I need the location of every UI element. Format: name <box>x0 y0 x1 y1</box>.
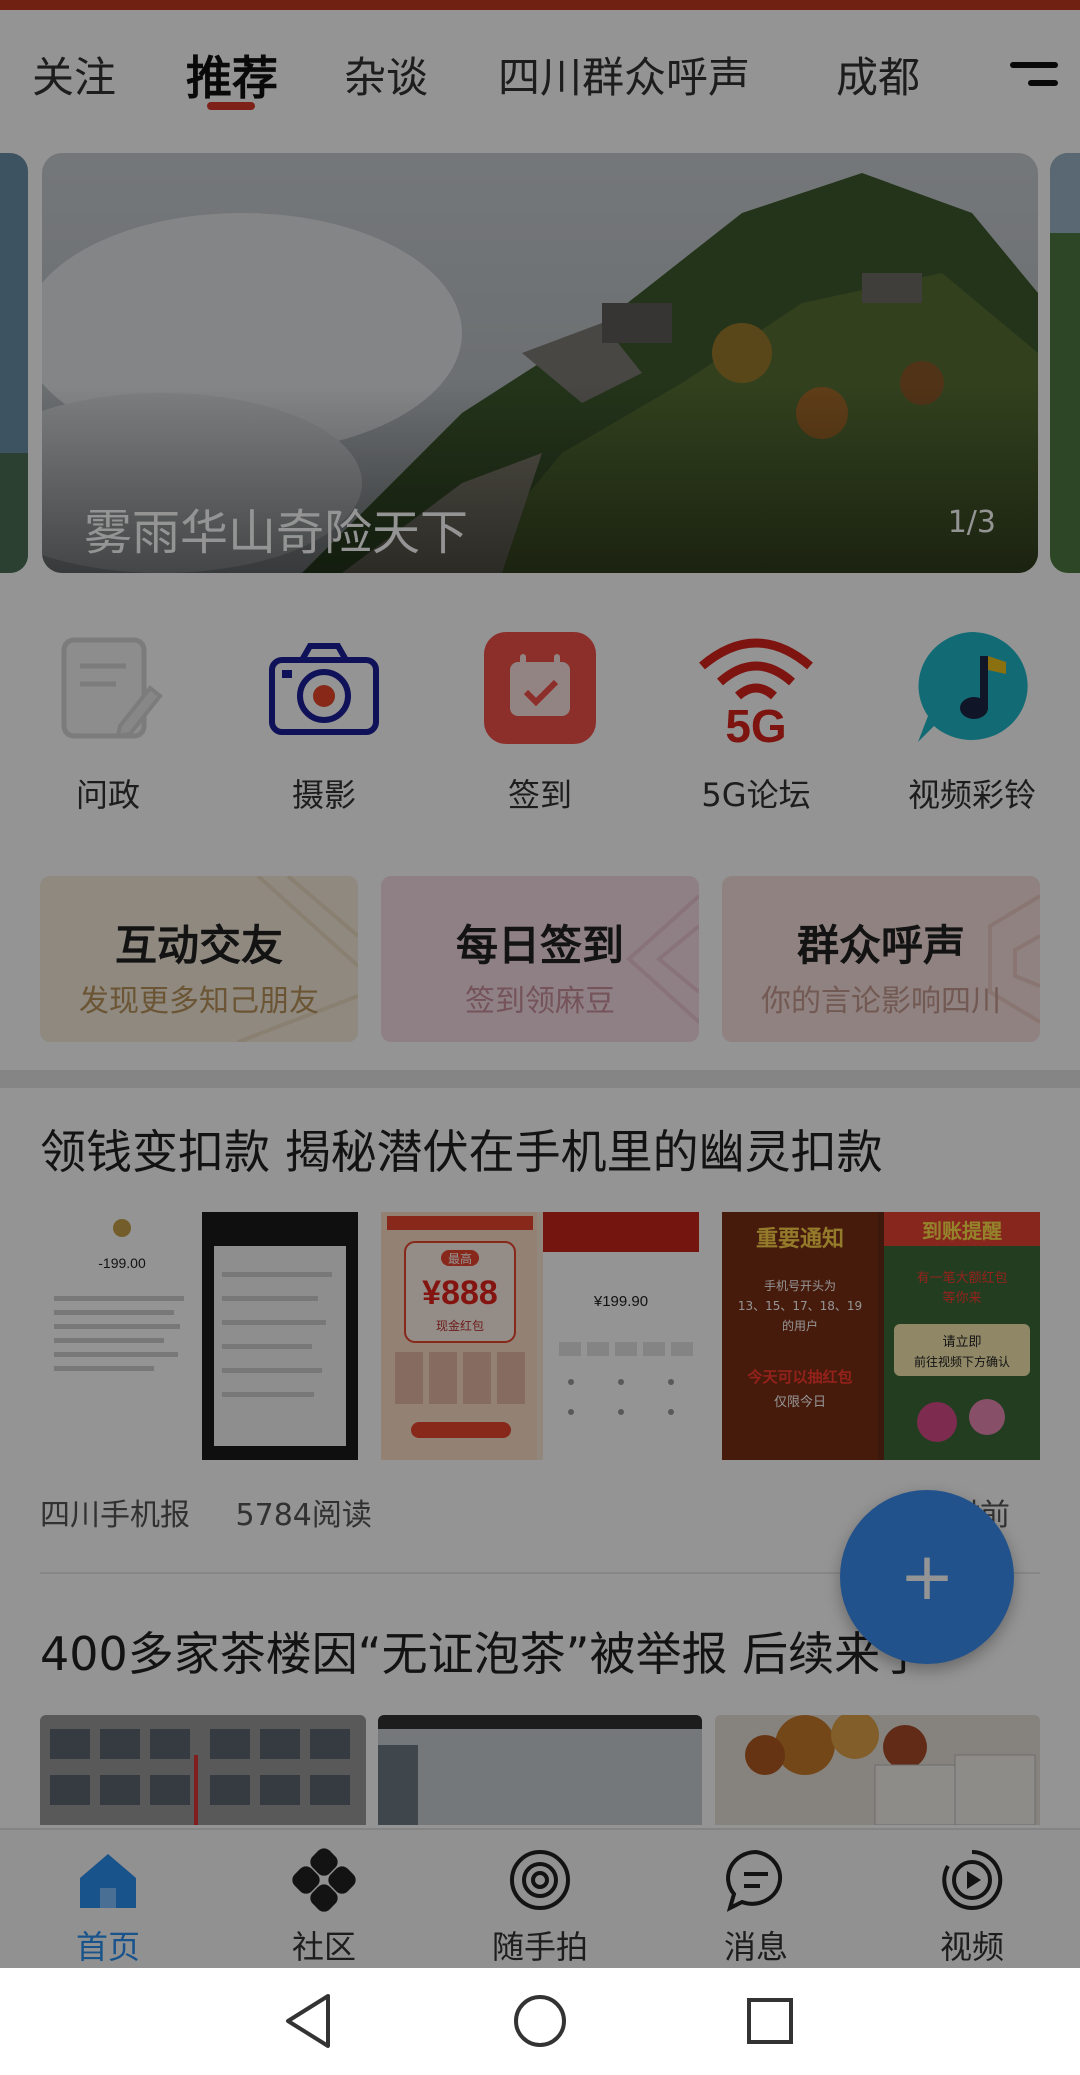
article-reads: 5784阅读 <box>235 1498 372 1533</box>
quick-link-inquiry[interactable]: 问政 <box>0 630 216 830</box>
thumb-amount: -199.00 <box>98 1255 146 1271</box>
quick-link-label: 5G论坛 <box>701 776 811 814</box>
article-thumbnail[interactable]: 重要通知 手机号开头为 13、15、17、18、19 的用户 今天可以抽红包 仅… <box>722 1212 1040 1460</box>
svg-text:5G: 5G <box>725 700 786 746</box>
quick-link-label: 签到 <box>507 776 572 814</box>
nav-label: 消息 <box>723 1928 788 1966</box>
home-circle-icon[interactable] <box>507 1988 573 2054</box>
thumbnail-image: 重要通知 手机号开头为 13、15、17、18、19 的用户 今天可以抽红包 仅… <box>722 1212 1040 1460</box>
camera-icon <box>269 643 379 735</box>
thumbnail-image <box>715 1715 1040 1825</box>
svg-text:到账提醒: 到账提醒 <box>922 1219 1002 1243</box>
svg-text:手机号开头为: 手机号开头为 <box>764 1279 836 1293</box>
svg-text:等你来: 等你来 <box>942 1290 981 1306</box>
tab-recommend[interactable]: 推荐 <box>186 48 278 108</box>
nav-label: 社区 <box>291 1928 356 1966</box>
article-thumbnail[interactable] <box>378 1715 702 1825</box>
community-icon <box>292 1848 356 1912</box>
thumbnail-image: -199.00 <box>40 1212 358 1460</box>
nav-label: 随手拍 <box>491 1928 588 1966</box>
svg-text:前往视频下方确认: 前往视频下方确认 <box>914 1354 1010 1369</box>
quick-link-label: 问政 <box>75 776 140 814</box>
article-title[interactable]: 400多家茶楼因“无证泡茶”被举报 后续来了 <box>40 1618 926 1684</box>
5g-signal-icon: 5G <box>699 638 813 746</box>
quick-link-label: 摄影 <box>291 776 356 814</box>
thumbnail-image <box>40 1715 366 1825</box>
thumb-amount: ¥199.90 <box>593 1293 648 1310</box>
promo-card-public-voices[interactable]: 群众呼声 你的言论影响四川 <box>722 876 1040 1042</box>
promo-card-subtitle: 签到领麻豆 <box>465 984 615 1019</box>
tab-chengdu[interactable]: 成都 <box>836 48 920 108</box>
banner-next-peek[interactable] <box>1050 153 1080 573</box>
article-thumbnail[interactable] <box>715 1715 1040 1825</box>
nav-label: 视频 <box>939 1928 1004 1966</box>
promo-card-friends[interactable]: 互动交友 发现更多知己朋友 <box>40 876 358 1042</box>
tab-follow[interactable]: 关注 <box>32 48 116 108</box>
music-note-icon <box>918 632 1028 742</box>
thumbnail-image: 最高 最高 ¥888 现金红包 ¥199.90 <box>381 1212 699 1460</box>
nav-video[interactable]: 视频 <box>864 1842 1080 1968</box>
tab-chat[interactable]: 杂谈 <box>344 48 428 108</box>
quick-link-5g-forum[interactable]: 5G 5G论坛 <box>648 630 864 830</box>
thumb-amount: ¥888 <box>422 1274 498 1312</box>
channel-tabs: 关注 推荐 杂谈 四川群众呼声 成都 <box>0 10 1080 130</box>
svg-text:的用户: 的用户 <box>782 1318 818 1333</box>
section-divider <box>0 1070 1080 1088</box>
article-source: 四川手机报 <box>40 1498 190 1533</box>
article-thumbnail[interactable]: -199.00 <box>40 1212 358 1460</box>
thumbnail-image <box>378 1715 702 1825</box>
nav-community[interactable]: 社区 <box>216 1842 432 1968</box>
quick-link-label: 视频彩铃 <box>907 776 1036 814</box>
quick-link-video-ringtone[interactable]: 视频彩铃 <box>864 630 1080 830</box>
message-bubble-icon <box>726 1849 783 1912</box>
active-tab-indicator <box>207 102 255 110</box>
article-meta: 四川手机报 5784阅读 <box>40 1490 372 1534</box>
nav-snapshot[interactable]: 随手拍 <box>432 1842 648 1968</box>
create-post-button[interactable]: + <box>840 1490 1014 1664</box>
svg-text:有一笔大额红包: 有一笔大额红包 <box>916 1270 1007 1286</box>
bottom-navigation: 首页 社区 随手拍 消息 视频 <box>0 1828 1080 1968</box>
tab-sichuan-voices[interactable]: 四川群众呼声 <box>498 48 750 108</box>
svg-text:仅限今日: 仅限今日 <box>774 1394 826 1410</box>
top-accent-bar <box>0 0 1080 10</box>
home-icon <box>80 1854 136 1908</box>
svg-text:重要通知: 重要通知 <box>756 1226 844 1252</box>
calendar-check-icon <box>484 632 596 744</box>
edit-document-icon <box>61 637 163 739</box>
menu-icon[interactable] <box>1010 62 1060 92</box>
promo-card-title: 互动交友 <box>114 921 283 970</box>
promo-card-subtitle: 你的言论影响四川 <box>761 984 1001 1019</box>
banner-page-indicator: 1/3 <box>947 505 996 540</box>
svg-text:今天可以抽红包: 今天可以抽红包 <box>746 1368 852 1386</box>
banner-prev-peek[interactable] <box>0 153 28 573</box>
nav-home[interactable]: 首页 <box>0 1842 216 1968</box>
svg-text:最高: 最高 <box>448 1251 472 1266</box>
quick-link-photography[interactable]: 摄影 <box>216 630 432 830</box>
promo-card-title: 每日签到 <box>455 921 624 970</box>
svg-text:现金红包: 现金红包 <box>436 1318 484 1333</box>
article-thumbnail[interactable] <box>40 1715 366 1825</box>
promo-card-title: 群众呼声 <box>796 921 965 970</box>
recents-icon[interactable] <box>737 1988 803 2054</box>
banner-title: 雾雨华山奇险天下 <box>84 505 469 561</box>
camera-lens-icon <box>510 1850 570 1910</box>
svg-text:请立即: 请立即 <box>942 1335 981 1350</box>
article-title[interactable]: 领钱变扣款 揭秘潜伏在手机里的幽灵扣款 <box>40 1116 883 1182</box>
video-play-icon <box>942 1849 1003 1910</box>
back-icon[interactable] <box>276 1988 342 2054</box>
promo-card-subtitle: 发现更多知己朋友 <box>79 984 319 1019</box>
banner-slide[interactable]: 雾雨华山奇险天下 1/3 <box>42 153 1038 573</box>
system-navigation-bar <box>0 1968 1080 2075</box>
article-thumbnail[interactable]: 最高 最高 ¥888 现金红包 ¥199.90 <box>381 1212 699 1460</box>
quick-link-checkin[interactable]: 签到 <box>432 630 648 830</box>
nav-label: 首页 <box>75 1928 140 1966</box>
promo-card-daily-checkin[interactable]: 每日签到 签到领麻豆 <box>381 876 699 1042</box>
nav-messages[interactable]: 消息 <box>648 1842 864 1968</box>
svg-text:13、15、17、18、19: 13、15、17、18、19 <box>738 1299 862 1313</box>
plus-icon: + <box>899 1538 955 1615</box>
